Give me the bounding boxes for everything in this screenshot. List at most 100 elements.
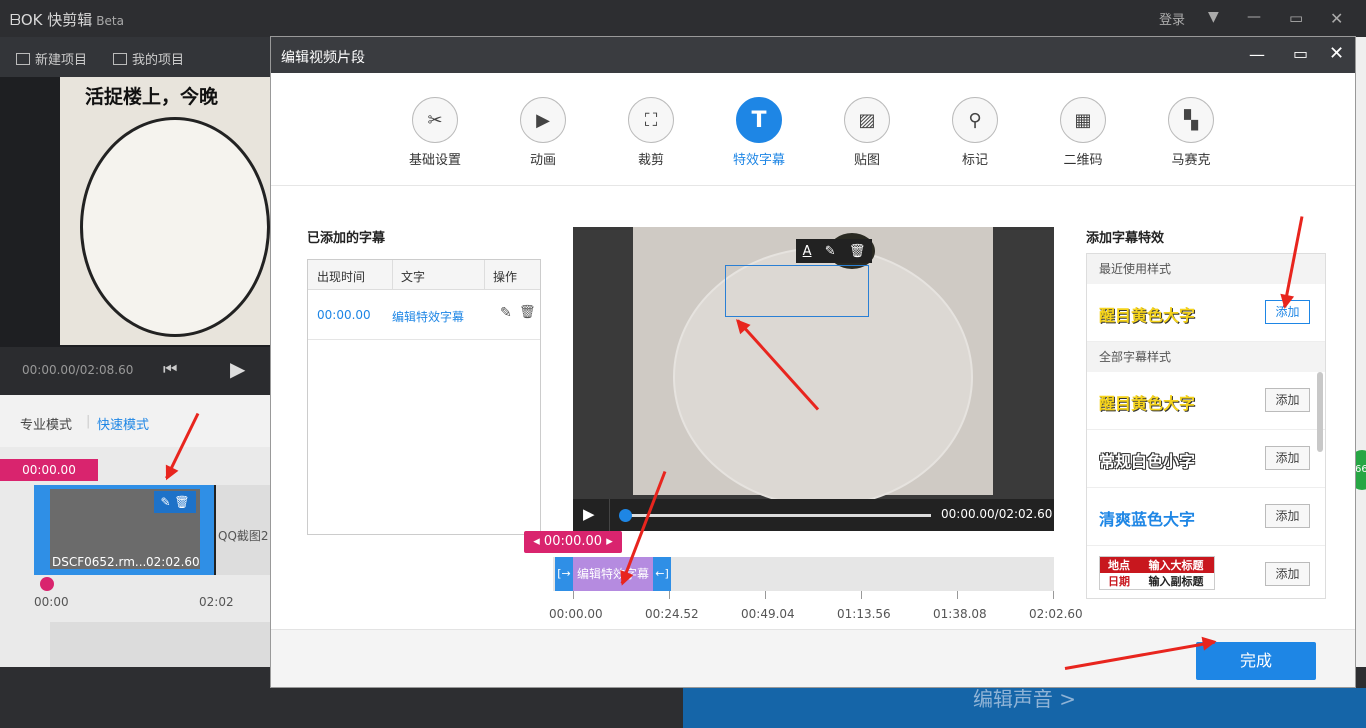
subtitle-list-title: 已添加的字幕 — [307, 231, 386, 246]
prev-frame-icon[interactable]: ⏮ — [163, 359, 177, 379]
crop-icon: ⛶ — [628, 97, 674, 143]
my-projects-button[interactable]: 我的项目 — [113, 49, 184, 68]
folder-icon — [113, 52, 127, 65]
new-project-button[interactable]: 新建项目 — [16, 49, 87, 68]
tab-sticker[interactable]: ▨ 贴图 — [827, 97, 907, 168]
clip-name: DSCF0652.rm... — [52, 555, 147, 569]
dialog-minimize-icon[interactable]: — — [1249, 45, 1265, 64]
tab-mark[interactable]: ⚲ 标记 — [935, 97, 1015, 168]
my-projects-label: 我的项目 — [132, 53, 185, 68]
row-edit-icon[interactable]: ✎ — [500, 305, 512, 321]
new-project-icon — [16, 52, 30, 65]
maximize-icon[interactable]: ▭ — [1289, 9, 1303, 27]
tab-animation[interactable]: ▶ 动画 — [503, 97, 583, 168]
all-styles-label: 全部字幕样式 — [1087, 342, 1325, 372]
play-icon[interactable]: ▶ — [230, 357, 245, 381]
preview-controls: 00:00.00/02:08.60 ⏮ ▶ — [0, 347, 272, 395]
dialog-maximize-icon[interactable]: ▭ — [1293, 44, 1308, 63]
template-preview: 地点 输入大标题 日期 输入副标题 — [1099, 556, 1215, 590]
preview-meme-text: 活捉楼上，今晚 — [85, 86, 219, 108]
template-place: 地点 — [1100, 557, 1138, 573]
template-place-title: 输入大标题 — [1138, 557, 1214, 573]
track-time-tag[interactable]: ◂ 00:00.00 ▸ — [524, 531, 622, 553]
tab-sticker-label: 贴图 — [853, 153, 880, 168]
track-tick-label: 02:02.60 — [1029, 607, 1083, 621]
qrcode-icon: ▦ — [1060, 97, 1106, 143]
panda-figure — [80, 117, 270, 337]
tag-left-icon: ◂ — [533, 534, 544, 549]
caption-box[interactable] — [725, 265, 869, 317]
font-style-icon[interactable]: A — [803, 244, 812, 259]
clip-edit-icon[interactable]: ✎ — [160, 495, 170, 509]
tab-crop[interactable]: ⛶ 裁剪 — [611, 97, 691, 168]
tab-mosaic[interactable]: ▚ 马赛克 — [1151, 97, 1231, 168]
row-delete-icon[interactable]: 🗑 — [519, 305, 536, 320]
style-label: 醒目黄色大字 — [1099, 394, 1196, 413]
pro-mode-tab[interactable]: 专业模式 — [20, 414, 72, 433]
style-label: 清爽蓝色大字 — [1099, 510, 1196, 529]
app-name: 快剪辑 — [47, 11, 93, 29]
dialog-close-icon[interactable]: ✕ — [1329, 43, 1344, 64]
add-style-button[interactable]: 添加 — [1265, 504, 1310, 528]
edit-audio-label: 编辑声音 > — [972, 687, 1077, 711]
caption-delete-icon[interactable]: 🗑 — [849, 244, 866, 259]
clip-delete-icon[interactable]: 🗑 — [174, 495, 189, 509]
app-titlebar: ᗷOK 快剪辑 Beta 登录 ▼ — ▭ ✕ — [0, 0, 1366, 37]
add-style-button[interactable]: 添加 — [1265, 562, 1310, 586]
quick-mode-tab[interactable]: 快速模式 — [97, 414, 149, 433]
track-tick-mark — [669, 591, 670, 599]
track-tick-mark — [573, 591, 574, 599]
main-preview: 活捉楼上，今晚 — [0, 77, 272, 347]
timeline-time-tag: 00:00.00 — [0, 459, 98, 481]
recent-style-item: 醒目黄色大字 添加 — [1087, 284, 1325, 342]
edit-audio-button[interactable]: 编辑声音 > — [683, 688, 1366, 728]
app-logo: ᗷOK 快剪辑 Beta — [10, 9, 124, 30]
timeline-tick-0: 00:00 — [34, 595, 69, 609]
audio-track — [50, 622, 272, 667]
segment-start-handle[interactable]: [→ — [555, 557, 573, 591]
add-style-button[interactable]: 添加 — [1265, 446, 1310, 470]
pin-icon: ⚲ — [952, 97, 998, 143]
recent-style-label: 醒目黄色大字 — [1099, 306, 1196, 325]
video-progress-knob[interactable] — [619, 509, 632, 522]
clip-duration: 02:02.60 — [146, 555, 200, 569]
style-item: 常规白色小字 添加 — [1087, 430, 1325, 488]
video-preview: A ✎ 🗑 ▶ 00:00.00/02:02.60 — [573, 227, 1054, 531]
playhead-marker[interactable] — [40, 577, 54, 591]
dropdown-menu-icon[interactable]: ▼ — [1208, 9, 1219, 25]
tab-qrcode[interactable]: ▦ 二维码 — [1043, 97, 1123, 168]
subtitle-table-header: 出现时间 文字 操作 — [308, 260, 540, 290]
track-tick-mark — [765, 591, 766, 599]
video-frame: A ✎ 🗑 — [633, 227, 993, 507]
login-link[interactable]: 登录 — [1159, 9, 1185, 28]
tab-basic[interactable]: ✂ 基础设置 — [395, 97, 475, 168]
clip-edit-tools: ✎ 🗑 — [154, 491, 196, 513]
preview-time: 00:00.00/02:08.60 — [22, 363, 134, 377]
caption-edit-icon[interactable]: ✎ — [825, 244, 836, 259]
track-tick-label: 00:49.04 — [741, 607, 795, 621]
col-actions: 操作 — [484, 260, 525, 290]
close-icon[interactable]: ✕ — [1330, 9, 1343, 28]
video-progress-track[interactable] — [625, 514, 931, 517]
subtitle-row[interactable]: 00:00.00 编辑特效字幕 ✎ 🗑 — [308, 290, 540, 340]
track-time-tag-label: 00:00.00 — [543, 534, 603, 549]
caption-segment[interactable]: 编辑特效字幕 — [573, 557, 653, 591]
segment-end-handle[interactable]: ←] — [653, 557, 671, 591]
controls-divider — [609, 499, 610, 531]
track-tick-mark — [1053, 591, 1054, 599]
app-badge: Beta — [96, 14, 124, 28]
add-style-button[interactable]: 添加 — [1265, 388, 1310, 412]
video-play-icon[interactable]: ▶ — [583, 505, 595, 523]
tab-text-effects-label: 特效字幕 — [732, 153, 785, 168]
tab-text-effects[interactable]: T 特效字幕 — [719, 97, 799, 168]
col-time: 出现时间 — [317, 270, 366, 284]
col-text: 文字 — [392, 260, 433, 290]
main-timeline: 00:00.00 ✎ 🗑 DSCF0652.rm... 02:02.60 QQ截… — [0, 447, 272, 667]
timeline-tick-1: 02:02 — [199, 595, 234, 609]
video-time: 00:00.00/02:02.60 — [941, 507, 1053, 521]
minimize-icon[interactable]: — — [1247, 9, 1261, 25]
track-tick-label: 01:13.56 — [837, 607, 891, 621]
effects-scrollbar[interactable] — [1317, 372, 1323, 452]
dialog-footer: 完成 — [271, 629, 1355, 687]
style-item: 醒目黄色大字 添加 — [1087, 372, 1325, 430]
